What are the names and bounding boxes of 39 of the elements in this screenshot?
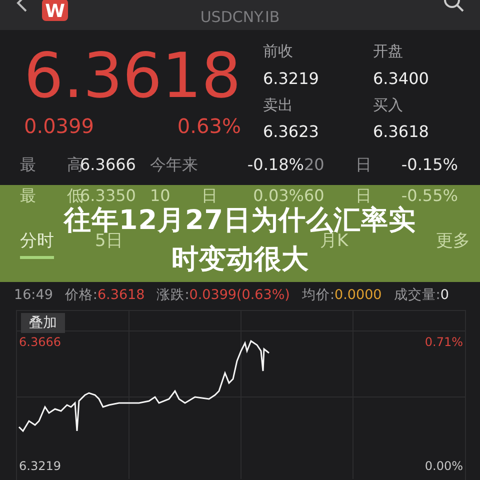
banner-title: 时变动很大	[171, 243, 309, 278]
info-label: 涨跌:	[156, 287, 190, 303]
info-label: 价格:	[64, 287, 98, 303]
axis-label: 0.00%	[424, 459, 463, 473]
change-percent: 0.63%	[177, 114, 241, 138]
info-value: 0	[440, 287, 449, 303]
detail-value: 6.3618	[372, 122, 430, 144]
detail-label: 卖出	[262, 96, 294, 116]
time-label: 16:49	[14, 287, 53, 303]
stat-value: 0.03%	[252, 186, 304, 206]
stat-value: -0.15%	[400, 155, 458, 176]
detail-value: 6.3219	[262, 68, 320, 90]
detail-value: 6.3400	[372, 68, 430, 90]
stat-value: -0.55%	[400, 186, 458, 206]
symbol-title: USDCNY.IB	[200, 8, 280, 26]
detail-label: 前收	[262, 42, 294, 62]
chart-tab[interactable]: 分时	[20, 229, 54, 259]
axis-label: 6.3219	[19, 459, 61, 473]
info-value: 0.0000	[334, 287, 382, 303]
detail-label: 买入	[372, 96, 404, 116]
app-logo: W	[42, 0, 68, 21]
axis-label: 0.71%	[424, 335, 463, 349]
info-value: 0.0399(0.63%)	[189, 287, 290, 303]
price-change: 0.0399	[24, 114, 94, 138]
stat-label: 今年来	[150, 155, 199, 176]
stat-label: 10 日	[150, 186, 218, 207]
chart-tab[interactable]: 更多	[436, 229, 470, 259]
overlay-button[interactable]: 叠加	[21, 313, 65, 333]
info-label: 均价:	[302, 287, 335, 303]
current-price: 6.3618	[24, 42, 241, 110]
info-value: 6.3618	[97, 287, 145, 303]
stat-label: 最 低	[20, 186, 80, 206]
stat-value: 6.3666	[80, 155, 137, 176]
detail-label: 开盘	[372, 42, 404, 62]
stat-value: -0.18%	[246, 155, 304, 176]
axis-label: 6.3666	[19, 335, 61, 349]
detail-value: 6.3623	[262, 122, 320, 144]
stat-label: 最 高	[20, 155, 80, 176]
info-label: 成交量:	[394, 287, 440, 303]
